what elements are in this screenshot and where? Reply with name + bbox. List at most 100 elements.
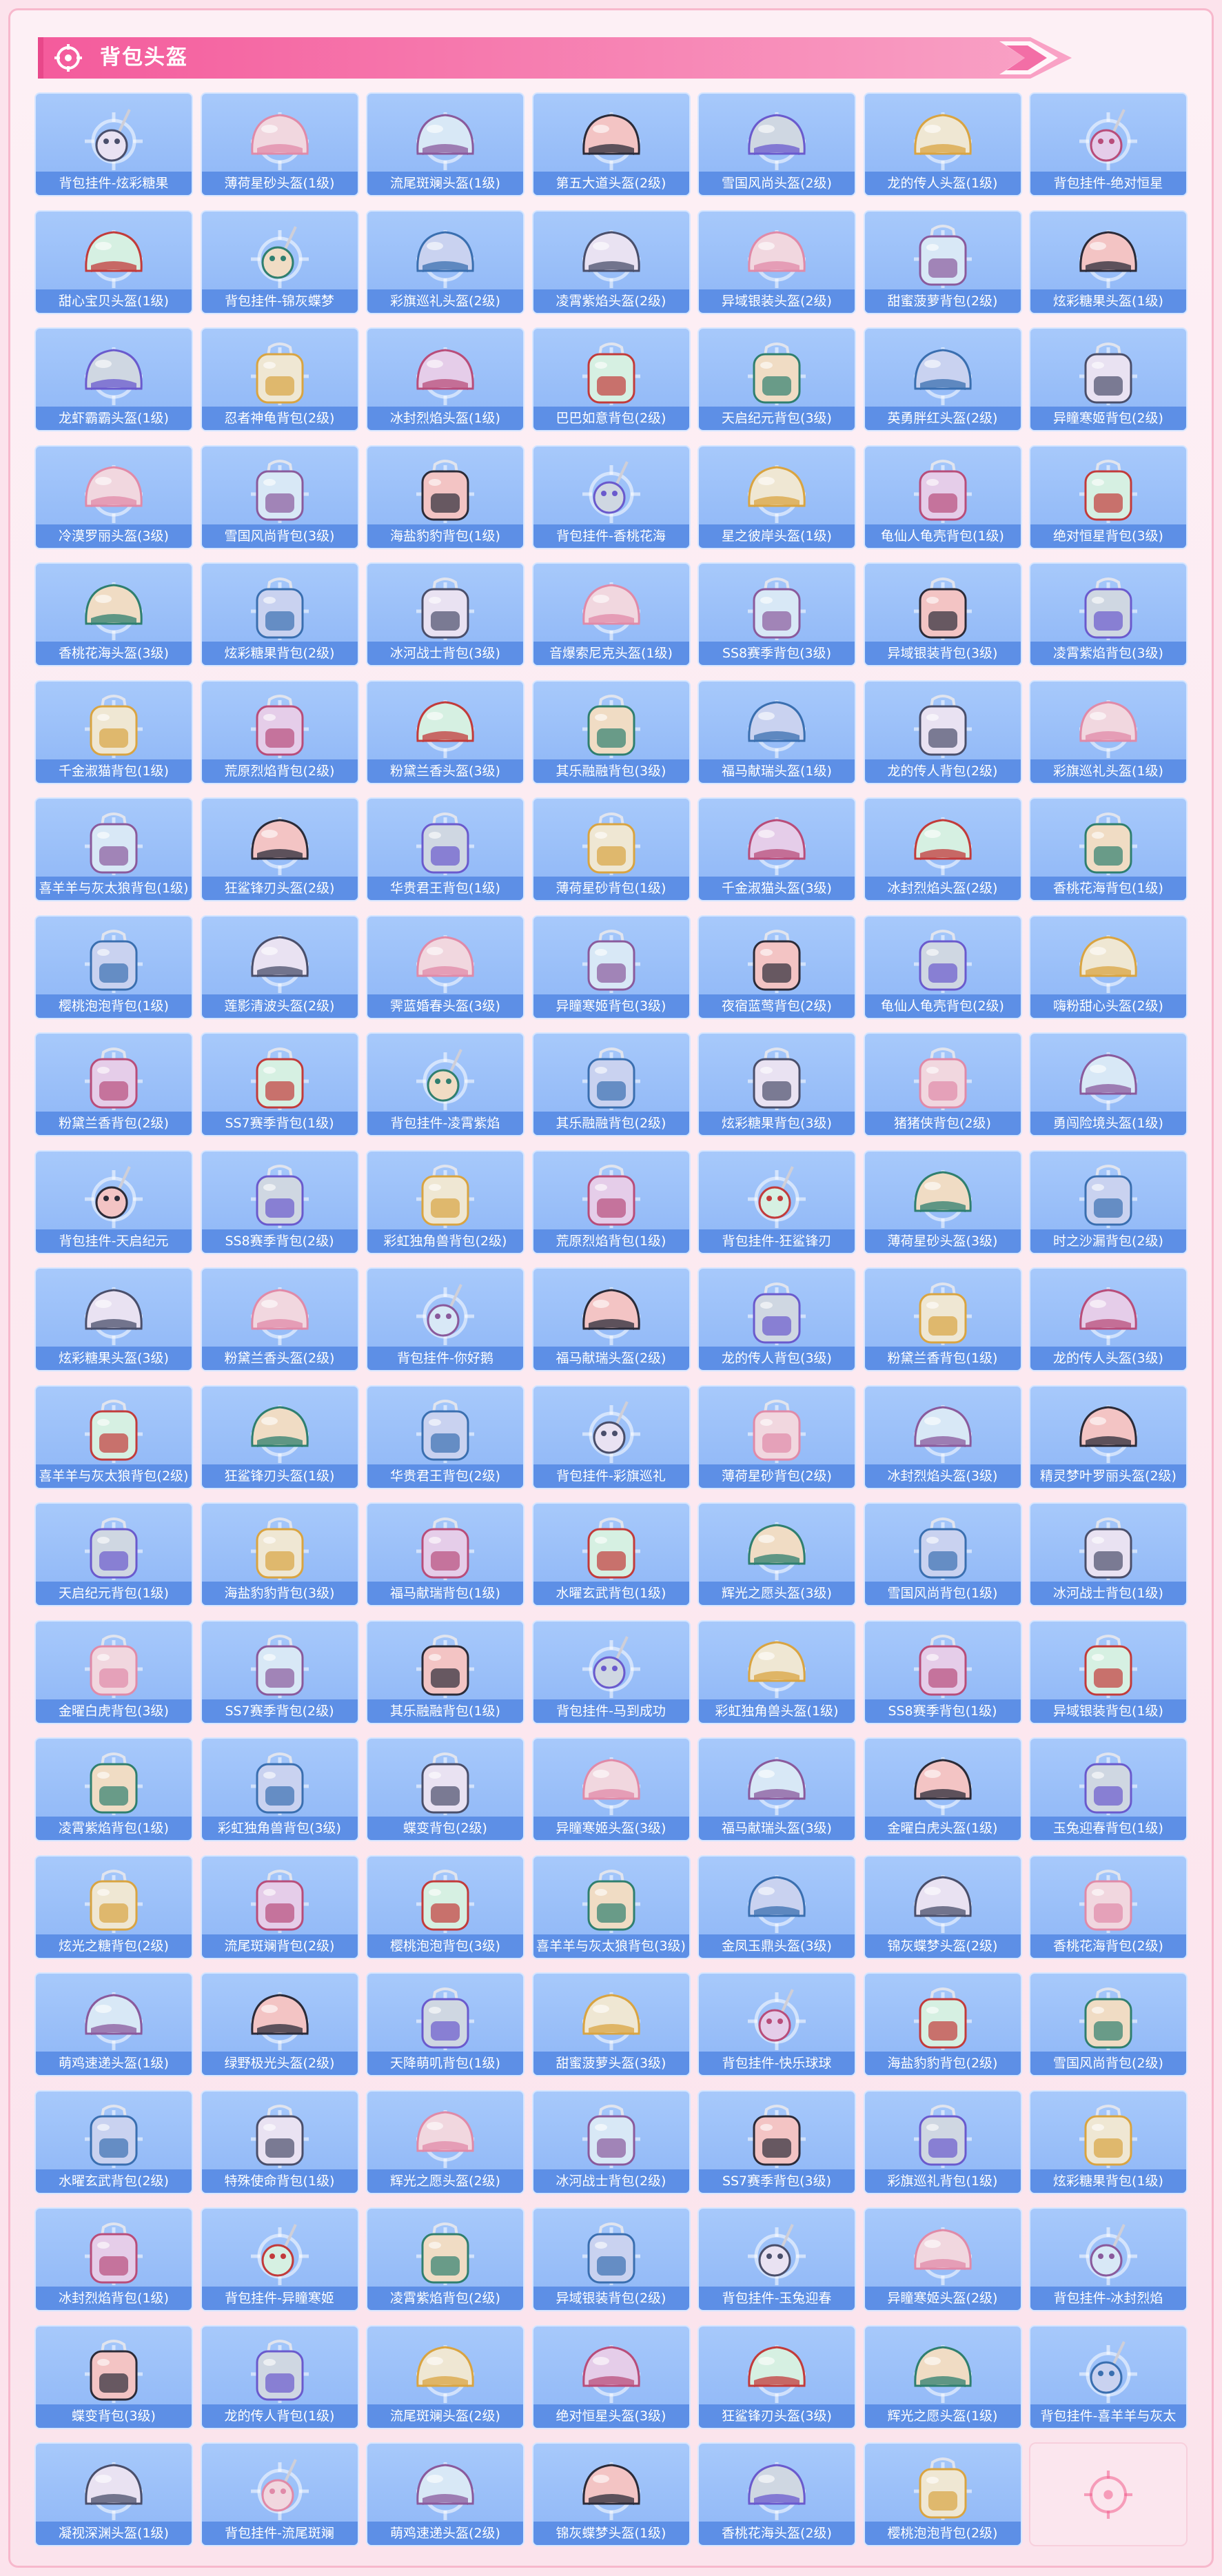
- item-tile[interactable]: 福马献瑞头盔(2级): [531, 1267, 691, 1371]
- item-tile[interactable]: 炫彩糖果头盔(3级): [34, 1267, 193, 1371]
- item-tile[interactable]: 凌霄紫焰头盔(2级): [531, 209, 691, 314]
- item-tile[interactable]: 天启纪元背包(3级): [697, 327, 856, 431]
- item-tile[interactable]: 炫光之糖背包(2级): [34, 1854, 193, 1959]
- item-tile[interactable]: 福马献瑞头盔(1级): [697, 679, 856, 784]
- item-tile[interactable]: 蝶变背包(3级): [34, 2324, 193, 2429]
- item-tile[interactable]: 音爆索尼克头盔(1级): [531, 562, 691, 666]
- item-tile[interactable]: 千金淑猫头盔(3级): [697, 797, 856, 901]
- item-tile[interactable]: 天启纪元背包(1级): [34, 1502, 193, 1606]
- item-tile[interactable]: 背包挂件-流尾斑斓: [200, 2442, 359, 2546]
- item-tile[interactable]: 香桃花海背包(2级): [1029, 1854, 1188, 1959]
- item-tile[interactable]: 背包挂件-绝对恒星: [1029, 92, 1188, 196]
- item-tile[interactable]: 海盐豹豹背包(2级): [863, 1972, 1022, 2076]
- item-tile[interactable]: 海盐豹豹背包(3级): [200, 1502, 359, 1606]
- item-tile[interactable]: 彩旗巡礼背包(1级): [863, 2089, 1022, 2194]
- item-tile[interactable]: 喜羊羊与灰太狼背包(2级): [34, 1384, 193, 1489]
- item-tile[interactable]: 背包挂件-你好鹅: [366, 1267, 525, 1371]
- item-tile[interactable]: 粉黛兰香背包(1级): [863, 1267, 1022, 1371]
- item-tile[interactable]: SS7赛季背包(2级): [200, 1619, 359, 1724]
- item-tile[interactable]: 流尾斑斓背包(2级): [200, 1854, 359, 1959]
- item-tile[interactable]: 背包挂件-锦灰蝶梦: [200, 209, 359, 314]
- item-tile[interactable]: 蝶变背包(2级): [366, 1737, 525, 1841]
- item-tile[interactable]: 香桃花海头盔(3级): [34, 562, 193, 666]
- item-tile[interactable]: 彩虹独角兽背包(3级): [200, 1737, 359, 1841]
- item-tile[interactable]: 绝对恒星背包(3级): [1029, 444, 1188, 549]
- item-tile[interactable]: 背包挂件-喜羊羊与灰太: [1029, 2324, 1188, 2429]
- item-tile[interactable]: 嗨粉甜心头盔(2级): [1029, 914, 1188, 1019]
- item-tile[interactable]: 背包挂件-炫彩糖果: [34, 92, 193, 196]
- item-tile[interactable]: 玉兔迎春背包(1级): [1029, 1737, 1188, 1841]
- item-tile[interactable]: 背包挂件-彩旗巡礼: [531, 1384, 691, 1489]
- item-tile[interactable]: 异域银装头盔(2级): [697, 209, 856, 314]
- item-tile[interactable]: 时之沙漏背包(2级): [1029, 1149, 1188, 1254]
- item-tile[interactable]: 樱桃泡泡背包(3级): [366, 1854, 525, 1959]
- item-tile[interactable]: 夜宿蓝莺背包(2级): [697, 914, 856, 1019]
- item-tile[interactable]: 异域银装背包(3级): [863, 562, 1022, 666]
- item-tile[interactable]: 流尾斑斓头盔(1级): [366, 92, 525, 196]
- item-tile[interactable]: 凌霄紫焰背包(1级): [34, 1737, 193, 1841]
- item-tile[interactable]: 异瞳寒姬背包(2级): [1029, 327, 1188, 431]
- item-tile[interactable]: 凌霄紫焰背包(3级): [1029, 562, 1188, 666]
- item-tile[interactable]: 雪国风尚头盔(2级): [697, 92, 856, 196]
- item-tile[interactable]: 异瞳寒姬头盔(3级): [531, 1737, 691, 1841]
- item-tile[interactable]: 炫彩糖果头盔(1级): [1029, 209, 1188, 314]
- item-tile[interactable]: 其乐融融背包(2级): [531, 1032, 691, 1136]
- item-tile[interactable]: 冷漠罗丽头盔(3级): [34, 444, 193, 549]
- item-tile[interactable]: 龙虾霸霸头盔(1级): [34, 327, 193, 431]
- item-tile[interactable]: 金凤玉鼎头盔(3级): [697, 1854, 856, 1959]
- item-tile[interactable]: 背包挂件-冰封烈焰: [1029, 2207, 1188, 2311]
- item-tile[interactable]: 香桃花海头盔(2级): [697, 2442, 856, 2546]
- item-tile[interactable]: 霁蓝婚春头盔(3级): [366, 914, 525, 1019]
- item-tile[interactable]: 绝对恒星头盔(3级): [531, 2324, 691, 2429]
- item-tile[interactable]: 背包挂件-天启纪元: [34, 1149, 193, 1254]
- item-tile[interactable]: 龙的传人背包(3级): [697, 1267, 856, 1371]
- item-tile[interactable]: 福马献瑞背包(1级): [366, 1502, 525, 1606]
- item-tile[interactable]: 喜羊羊与灰太狼背包(3级): [531, 1854, 691, 1959]
- item-tile[interactable]: 粉黛兰香头盔(3级): [366, 679, 525, 784]
- item-tile[interactable]: 流尾斑斓头盔(2级): [366, 2324, 525, 2429]
- item-tile[interactable]: 海盐豹豹背包(1级): [366, 444, 525, 549]
- item-tile[interactable]: 樱桃泡泡背包(1级): [34, 914, 193, 1019]
- item-tile[interactable]: 龙的传人头盔(1级): [863, 92, 1022, 196]
- item-tile[interactable]: 勇闯险境头盔(1级): [1029, 1032, 1188, 1136]
- item-tile[interactable]: 异瞳寒姬背包(3级): [531, 914, 691, 1019]
- item-tile[interactable]: 其乐融融背包(3级): [531, 679, 691, 784]
- item-tile[interactable]: 粉黛兰香背包(2级): [34, 1032, 193, 1136]
- item-tile[interactable]: 薄荷星砂头盔(3级): [863, 1149, 1022, 1254]
- item-tile[interactable]: 龙的传人背包(1级): [200, 2324, 359, 2429]
- item-tile[interactable]: 辉光之愿头盔(3级): [697, 1502, 856, 1606]
- item-tile[interactable]: 萌鸡速递头盔(2级): [366, 2442, 525, 2546]
- item-tile[interactable]: 特殊使命背包(1级): [200, 2089, 359, 2194]
- item-tile[interactable]: 水曜玄武背包(1级): [531, 1502, 691, 1606]
- item-tile[interactable]: 薄荷星砂背包(2级): [697, 1384, 856, 1489]
- item-tile[interactable]: 樱桃泡泡背包(2级): [863, 2442, 1022, 2546]
- item-tile[interactable]: 冰河战士背包(3级): [366, 562, 525, 666]
- item-tile[interactable]: 福马献瑞头盔(3级): [697, 1737, 856, 1841]
- item-tile[interactable]: 冰封烈焰头盔(2级): [863, 797, 1022, 901]
- item-tile[interactable]: 巴巴如意背包(2级): [531, 327, 691, 431]
- item-tile[interactable]: 狂鲨锋刃头盔(3级): [697, 2324, 856, 2429]
- item-tile[interactable]: 冰封烈焰背包(1级): [34, 2207, 193, 2311]
- item-tile[interactable]: 辉光之愿头盔(1级): [863, 2324, 1022, 2429]
- item-tile[interactable]: 锦灰蝶梦头盔(2级): [863, 1854, 1022, 1959]
- item-tile[interactable]: 金曜白虎背包(3级): [34, 1619, 193, 1724]
- item-tile[interactable]: 异域银装背包(2级): [531, 2207, 691, 2311]
- item-tile[interactable]: 龟仙人龟壳背包(2级): [863, 914, 1022, 1019]
- item-tile[interactable]: 背包挂件-凌霄紫焰: [366, 1032, 525, 1136]
- item-tile[interactable]: 粉黛兰香头盔(2级): [200, 1267, 359, 1371]
- item-tile[interactable]: 精灵梦叶罗丽头盔(2级): [1029, 1384, 1188, 1489]
- item-tile[interactable]: 甜蜜菠萝头盔(3级): [531, 1972, 691, 2076]
- item-tile[interactable]: 炫彩糖果背包(2级): [200, 562, 359, 666]
- item-tile[interactable]: 千金淑猫背包(1级): [34, 679, 193, 784]
- item-tile[interactable]: 龙的传人背包(2级): [863, 679, 1022, 784]
- item-tile[interactable]: SS8赛季背包(3级): [697, 562, 856, 666]
- item-tile[interactable]: 冰封烈焰头盔(3级): [863, 1384, 1022, 1489]
- item-tile[interactable]: 彩虹独角兽头盔(1级): [697, 1619, 856, 1724]
- item-tile[interactable]: SS7赛季背包(3级): [697, 2089, 856, 2194]
- item-tile[interactable]: 星之彼岸头盔(1级): [697, 444, 856, 549]
- item-tile[interactable]: 狂鲨锋刃头盔(1级): [200, 1384, 359, 1489]
- item-tile[interactable]: 其乐融融背包(1级): [366, 1619, 525, 1724]
- item-tile[interactable]: 喜羊羊与灰太狼背包(1级): [34, 797, 193, 901]
- item-tile[interactable]: 华贵君王背包(1级): [366, 797, 525, 901]
- item-tile[interactable]: 背包挂件-香桃花海: [531, 444, 691, 549]
